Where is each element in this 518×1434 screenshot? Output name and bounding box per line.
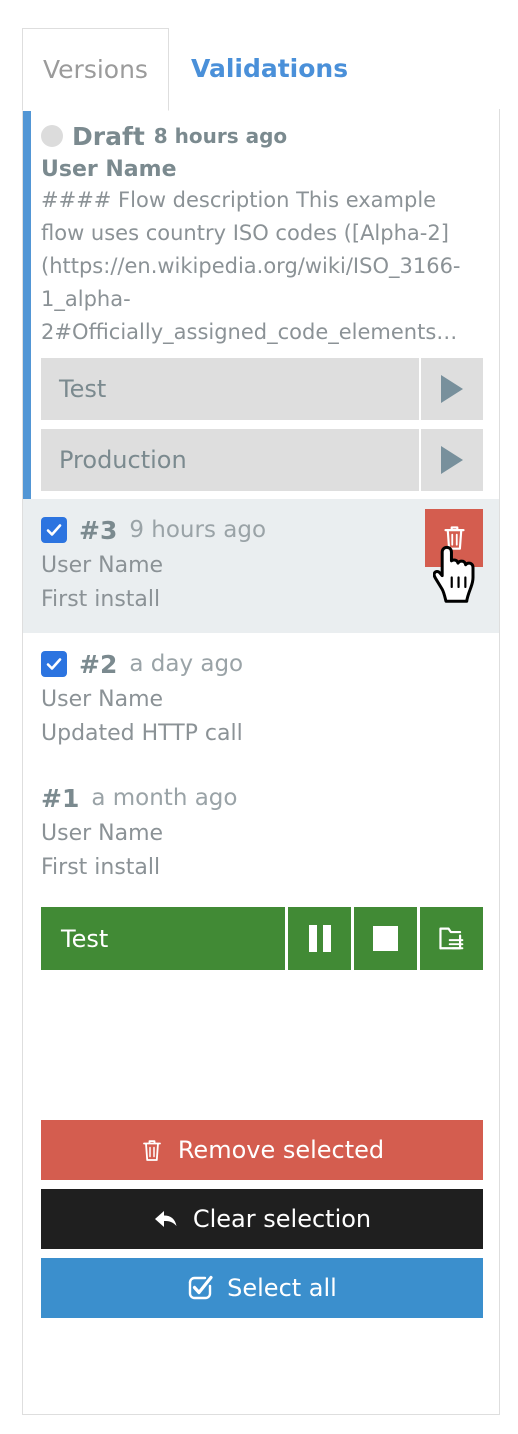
tab-versions[interactable]: Versions <box>22 28 169 111</box>
run-bar-label[interactable]: Test <box>41 907 285 970</box>
draft-description: #### Flow description This example flow … <box>41 188 461 344</box>
clear-selection-button[interactable]: Clear selection <box>41 1189 483 1249</box>
tab-validations-label: Validations <box>190 54 349 83</box>
play-icon <box>441 375 463 403</box>
bulk-action-bar: Remove selected Clear selection Select a… <box>23 1120 499 1318</box>
run-logs-button[interactable] <box>420 907 483 970</box>
trash-icon <box>443 526 465 550</box>
version-history-panel: Versions Validations Draft 8 hours ago U… <box>22 27 500 1415</box>
draft-accent-bar <box>23 109 31 551</box>
version-row-2[interactable]: #2 a day ago User Name Updated HTTP call <box>23 633 499 767</box>
trash-icon <box>142 1139 161 1161</box>
version-2-user: User Name <box>41 687 164 712</box>
select-all-button[interactable]: Select all <box>41 1258 483 1318</box>
arrow-back-icon <box>154 1211 177 1227</box>
run-pause-button[interactable] <box>288 907 351 970</box>
panel-body: Draft 8 hours ago User Name #### Flow de… <box>22 109 500 1415</box>
check-square-icon <box>188 1275 213 1300</box>
version-3-delete-button[interactable] <box>425 509 483 567</box>
clear-selection-label: Clear selection <box>192 1205 372 1233</box>
remove-selected-label: Remove selected <box>177 1136 385 1164</box>
version-1-message: First install <box>41 855 161 880</box>
tab-validations[interactable]: Validations <box>168 28 500 110</box>
tab-bar: Versions Validations <box>22 27 500 111</box>
run-stop-button[interactable] <box>354 907 417 970</box>
env-test-play-button[interactable] <box>421 358 483 420</box>
version-row-3[interactable]: #3 9 hours ago User Name First install <box>23 499 499 633</box>
version-2-header: #2 a day ago <box>41 647 483 681</box>
version-row-1[interactable]: #1 a month ago User Name First install <box>23 767 499 901</box>
tab-versions-label: Versions <box>43 55 148 84</box>
draft-user-name: User Name <box>41 157 177 182</box>
env-row-test: Test <box>41 358 483 420</box>
version-2-message: Updated HTTP call <box>41 721 243 746</box>
draft-header: Draft 8 hours ago <box>41 121 483 151</box>
env-production-label[interactable]: Production <box>41 429 419 491</box>
version-3-header: #3 9 hours ago <box>41 513 483 547</box>
version-1-header: #1 a month ago <box>41 781 483 815</box>
draft-entry: Draft 8 hours ago User Name #### Flow de… <box>23 109 499 551</box>
remove-selected-button[interactable]: Remove selected <box>41 1120 483 1180</box>
run-bar-test: Test <box>41 907 483 970</box>
draft-timestamp: 8 hours ago <box>153 124 288 148</box>
version-3-message: First install <box>41 587 161 612</box>
version-2-checkbox[interactable] <box>41 651 67 677</box>
stop-icon <box>373 926 398 951</box>
logs-folder-icon <box>438 927 463 949</box>
env-row-production: Production <box>41 429 483 491</box>
version-3-checkbox[interactable] <box>41 517 67 543</box>
env-test-label[interactable]: Test <box>41 358 419 420</box>
pause-icon <box>308 925 331 952</box>
version-2-timestamp: a day ago <box>129 651 244 677</box>
select-all-label: Select all <box>227 1274 337 1302</box>
draft-status-label: Draft <box>72 121 145 151</box>
version-3-user: User Name <box>41 553 164 578</box>
version-1-number: #1 <box>41 783 80 813</box>
play-icon <box>441 446 463 474</box>
env-production-play-button[interactable] <box>421 429 483 491</box>
status-dot-icon <box>41 125 63 147</box>
version-1-user: User Name <box>41 821 164 846</box>
version-1-timestamp: a month ago <box>91 785 238 811</box>
version-2-number: #2 <box>79 649 118 679</box>
version-3-timestamp: 9 hours ago <box>129 517 267 543</box>
version-3-number: #3 <box>79 515 118 545</box>
